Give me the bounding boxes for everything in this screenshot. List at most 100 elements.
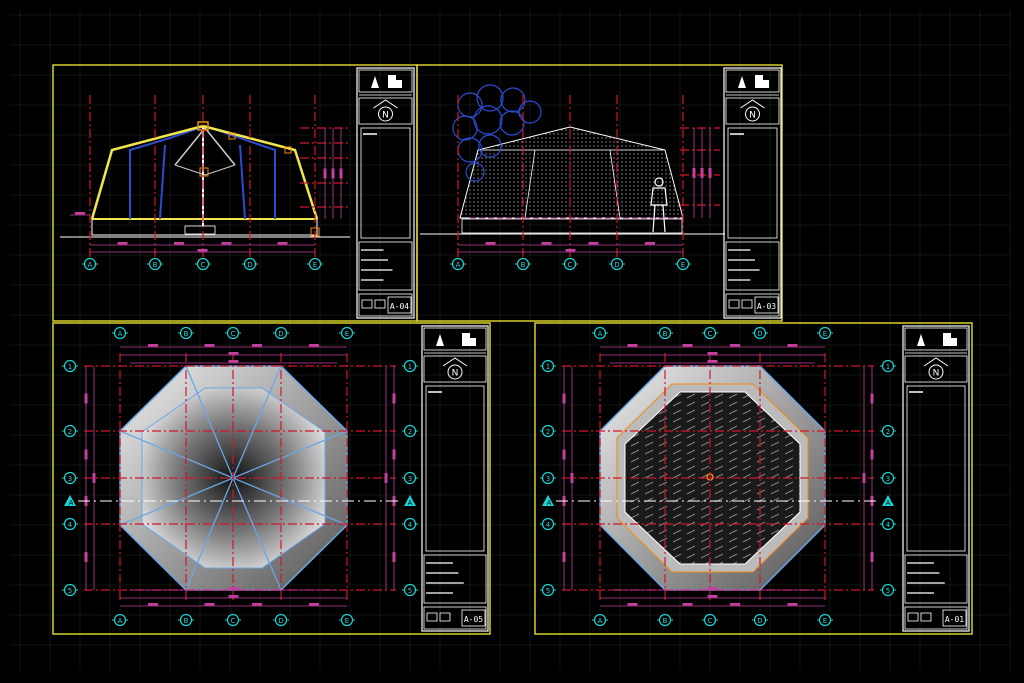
axis-bubble-1: 1 xyxy=(62,359,78,373)
dimension-label xyxy=(682,344,693,347)
dimension-label xyxy=(541,242,552,245)
north-label: N xyxy=(933,369,940,379)
axis-bubble-b: B xyxy=(515,257,531,271)
bubble-label: C xyxy=(231,330,236,338)
bubble-label: 4 xyxy=(68,521,73,529)
axis-bubble-a: A xyxy=(592,326,608,340)
dimension-label xyxy=(645,242,655,245)
dimension-label xyxy=(707,587,718,590)
dimension-label xyxy=(84,393,88,404)
axis-bubble-d: D xyxy=(242,257,258,271)
bubble-label: C xyxy=(231,617,236,625)
logo-frame xyxy=(725,69,780,93)
info-frame xyxy=(423,554,487,604)
dimension-label xyxy=(787,344,798,347)
stamp-icon xyxy=(920,612,932,622)
north-label: N xyxy=(749,111,756,121)
info-frame xyxy=(904,554,968,604)
logo-icon xyxy=(917,333,957,346)
axis-bubble-c: C xyxy=(702,326,718,340)
dimension-label xyxy=(204,344,215,347)
bubble-label: C xyxy=(568,261,573,269)
notes-area xyxy=(425,385,485,552)
dimension-label xyxy=(692,168,696,178)
stamp-icon xyxy=(741,299,753,309)
axis-bubble-3: 3 xyxy=(880,471,896,485)
logo-icon xyxy=(371,75,402,88)
north-label: N xyxy=(452,369,459,379)
dimension-label xyxy=(174,242,184,245)
dimension-label xyxy=(565,249,576,252)
dimension-label xyxy=(562,449,566,460)
bubble-label: 2 xyxy=(68,428,72,436)
dimension-label xyxy=(627,344,638,347)
dimension-label xyxy=(707,352,718,355)
axis-bubble-3: 3 xyxy=(540,471,556,485)
dimension-label xyxy=(309,603,319,606)
bubble-label: E xyxy=(823,617,827,625)
stamp-icon xyxy=(361,299,373,309)
dimension-label xyxy=(84,449,88,460)
dimension-label xyxy=(252,603,262,606)
cad-drawing-canvas[interactable]: NA-04NA-03NA-05NA-01 A B C D E A B C D E… xyxy=(0,0,1024,683)
dimension-label xyxy=(277,242,288,245)
dimension-label xyxy=(562,552,566,562)
bubble-label: 1 xyxy=(886,363,890,371)
stamp-icon xyxy=(728,299,740,309)
dimension-label xyxy=(862,473,866,483)
bubble-label: 3 xyxy=(886,475,890,483)
logo-icon xyxy=(436,333,476,346)
dimension-label xyxy=(197,249,208,252)
axis-bubble-c: C xyxy=(195,257,211,271)
axis-bubble-3: 3 xyxy=(402,471,418,485)
bubble-label: 3 xyxy=(546,475,550,483)
bubble-label: D xyxy=(614,261,619,269)
bubble-label: C xyxy=(708,617,713,625)
bubble-label: 1 xyxy=(68,363,72,371)
axis-bubble-1: 1 xyxy=(880,359,896,373)
axis-bubble-d: D xyxy=(273,326,289,340)
bubble-label: 2 xyxy=(886,428,890,436)
bubble-label: 3 xyxy=(68,475,72,483)
axis-bubble-1: 1 xyxy=(402,359,418,373)
axis-bubble-b: B xyxy=(147,257,163,271)
bubble-label: D xyxy=(757,617,762,625)
axis-bubble-a: A xyxy=(112,613,128,627)
section-mark-label: A' xyxy=(408,499,415,507)
dimension-label xyxy=(323,168,327,179)
sheet-frame-a04 xyxy=(52,64,418,322)
axis-bubble-a: A xyxy=(450,257,466,271)
axis-bubble-4: 4 xyxy=(880,517,896,531)
axis-bubble-c: C xyxy=(225,326,241,340)
axis-bubble-c: C xyxy=(225,613,241,627)
dimension-label xyxy=(204,603,215,606)
bubble-label: B xyxy=(663,330,668,338)
bubble-label: 4 xyxy=(408,521,413,529)
dimension-label xyxy=(221,242,232,245)
logo-frame xyxy=(358,69,413,93)
bubble-label: A xyxy=(456,261,461,269)
axis-bubble-e: E xyxy=(339,613,355,627)
logo-frame xyxy=(904,327,968,351)
axis-bubble-e: E xyxy=(817,613,833,627)
dimension-label xyxy=(252,344,262,347)
dimension-label xyxy=(588,242,599,245)
dimension-label xyxy=(339,168,343,179)
bubble-label: A xyxy=(598,330,603,338)
bubble-label: C xyxy=(201,261,206,269)
sheet-code: A-05 xyxy=(464,615,483,624)
bubble-label: B xyxy=(153,261,158,269)
north-label: N xyxy=(382,111,389,121)
dimension-label xyxy=(570,473,574,483)
axis-bubble-b: B xyxy=(178,326,194,340)
axis-bubble-5: 5 xyxy=(402,583,418,597)
bubble-label: B xyxy=(521,261,526,269)
dimension-label xyxy=(870,393,874,404)
axis-bubble-d: D xyxy=(752,613,768,627)
dimension-label xyxy=(331,168,335,179)
section-mark-label: A xyxy=(547,499,552,507)
bubble-label: A xyxy=(118,617,123,625)
dimension-label xyxy=(707,360,718,363)
dimension-label xyxy=(730,603,740,606)
title-block: N A-04 xyxy=(356,67,415,319)
